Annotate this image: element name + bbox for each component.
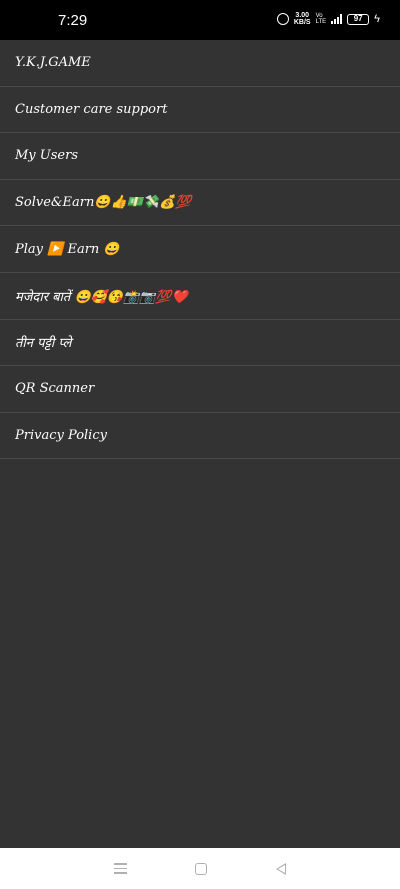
home-square-icon[interactable] [195, 862, 208, 875]
system-nav-bar [0, 848, 400, 889]
menu-item-label: Privacy Policy [15, 428, 107, 444]
volte-label: Vo LTE [316, 13, 327, 25]
menu-item-label: Customer care support [15, 101, 168, 117]
menu-item-ykj-game[interactable]: Y.K.J.GAME [0, 40, 400, 87]
status-bar: 7:29 3.00 KB/S Vo LTE 97 ϟ [0, 0, 400, 40]
status-time: 7:29 [58, 12, 88, 29]
menu-item-label: मजेदार बातें 😀🥰😘📸📷💯❤️ [15, 289, 188, 305]
menu-item-my-users[interactable]: My Users [0, 133, 400, 180]
menu-item-label: Play ▶️ Earn 😀 [15, 241, 120, 257]
menu-lines-icon[interactable] [114, 863, 128, 874]
signal-icon [331, 14, 343, 24]
menu-item-label: QR Scanner [15, 381, 95, 397]
menu-item-majedar-baatein[interactable]: मजेदार बातें 😀🥰😘📸📷💯❤️ [0, 273, 400, 320]
menu-item-label: Y.K.J.GAME [15, 55, 91, 71]
drawer-menu: Y.K.J.GAME Customer care support My User… [0, 40, 400, 460]
menu-item-qr-scanner[interactable]: QR Scanner [0, 366, 400, 413]
menu-item-privacy-policy[interactable]: Privacy Policy [0, 413, 400, 460]
menu-item-label: My Users [15, 148, 78, 164]
network-speed-value: 3.00 [295, 12, 310, 19]
status-icons: 3.00 KB/S Vo LTE 97 ϟ [276, 12, 380, 26]
menu-item-label: तीन पट्टी प्ले [15, 336, 72, 352]
menu-item-label: Solve&Earn😀👍💵💸💰💯 [15, 195, 192, 211]
alarm-icon [276, 13, 289, 25]
network-speed: 3.00 KB/S [294, 12, 311, 26]
menu-item-teen-patti[interactable]: तीन पट्टी प्ले [0, 320, 400, 367]
menu-item-play-earn[interactable]: Play ▶️ Earn 😀 [0, 226, 400, 273]
back-triangle-icon[interactable] [275, 862, 286, 875]
charging-bolt-icon: ϟ [374, 13, 380, 25]
menu-item-solve-earn[interactable]: Solve&Earn😀👍💵💸💰💯 [0, 180, 400, 227]
battery-icon: 97 [347, 13, 370, 25]
network-speed-unit: KB/S [293, 19, 311, 26]
volte-bottom: LTE [315, 19, 327, 25]
menu-item-customer-care[interactable]: Customer care support [0, 87, 400, 134]
